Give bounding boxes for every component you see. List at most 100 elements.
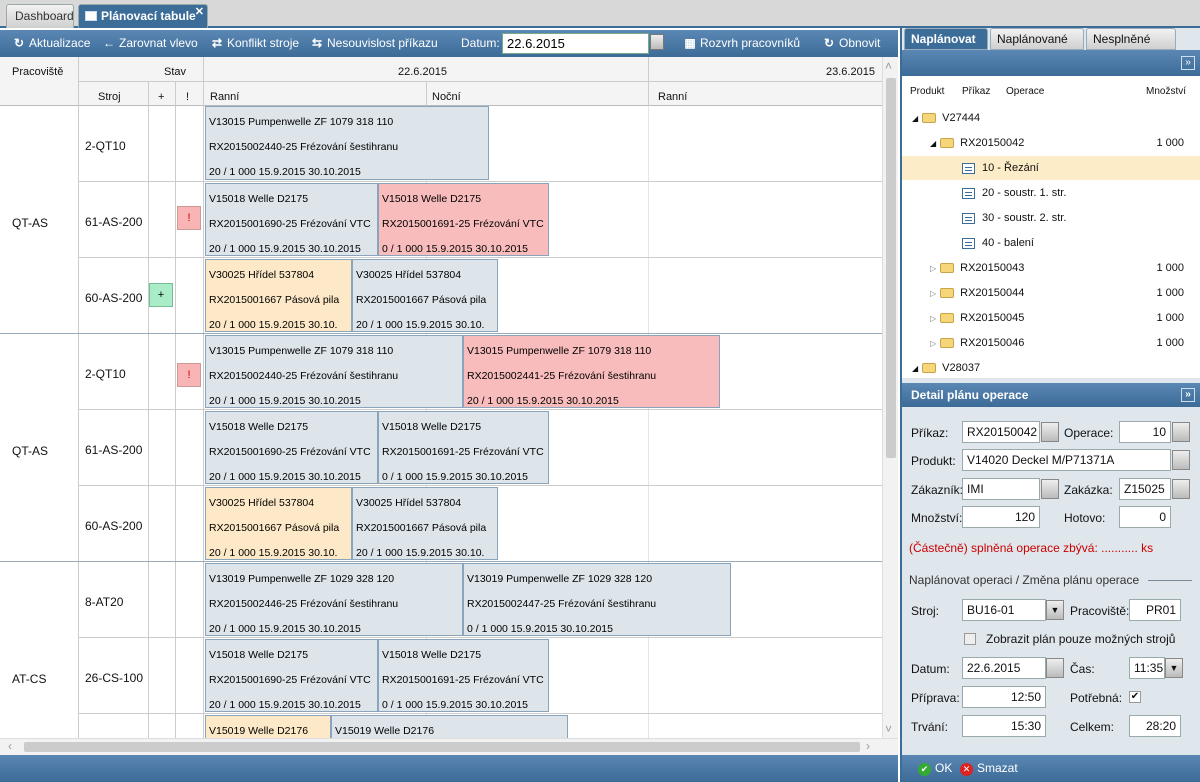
tree-node[interactable]: 40 - balení [902,231,1200,255]
scroll-up-icon[interactable]: ˄ [885,59,892,73]
planning-grid[interactable]: QT-AS QT-AS AT-CS 2-QT10 61-AS-200 60-AS… [0,106,882,738]
card-line: V15018 Welle D2175 [209,649,309,661]
operation-card[interactable]: V30025 Hřídel 537804 RX2015001667 Pásová … [205,259,352,332]
tree-node-selected[interactable]: 10 - Řezání [902,156,1200,180]
operation-card[interactable]: V15018 Welle D2175 RX2015001690-25 Frézov… [205,411,378,484]
total-field[interactable]: 28:20 [1129,715,1181,737]
card-line: RX2015001667 Pásová pila [209,522,340,534]
staff-schedule-button[interactable]: ▦ Rozvrh pracovníků [683,35,800,52]
scroll-thumb[interactable] [24,742,860,752]
operation-card[interactable]: V30025 Hřídel 537804 RX2015001667 Pásová … [352,487,498,560]
refresh-button[interactable]: ↻ Aktualizace [12,35,90,52]
scroll-thumb[interactable] [886,78,896,458]
col-workplace[interactable]: Pracoviště [12,66,63,78]
operation-field[interactable]: 10 [1119,421,1171,443]
scroll-right-icon[interactable]: › [866,739,870,753]
date-field[interactable]: 22.6.2015 [962,657,1046,679]
close-icon[interactable]: ✕ [195,1,204,23]
operation-card[interactable]: V15018 Welle D2175 RX2015001690-25 Frézov… [205,639,378,712]
qty-field[interactable]: 120 [962,506,1040,528]
tree-node[interactable]: ▷ RX20150044 1 000 [902,281,1200,305]
add-flag[interactable]: + [149,283,173,307]
contract-icon[interactable] [1172,479,1190,499]
operation-card[interactable]: V15019 Welle D2176 [205,715,331,738]
tree-node[interactable]: ◢ RX20150042 1 000 [902,131,1200,155]
product-field[interactable]: V14020 Deckel M/P71371A [962,449,1171,471]
done-field[interactable]: 0 [1119,506,1171,528]
operation-card[interactable]: V13015 Pumpenwelle ZF 1079 318 110 RX2015… [205,106,489,180]
conflict-flag[interactable]: ! [177,206,201,230]
tab-unfinished[interactable]: Nesplněné [1086,28,1176,50]
delete-button[interactable]: ✕ Smazat [960,761,1018,776]
calendar-icon[interactable] [1046,658,1064,678]
expand-icon[interactable]: ▷ [930,264,936,273]
chevron-down-icon[interactable]: ▼ [1046,600,1064,620]
collapse-icon[interactable]: » [1181,388,1195,402]
tab-planned[interactable]: Naplánované [990,28,1084,50]
reload-button[interactable]: ↻ Obnovit [822,35,880,52]
ok-button[interactable]: ✔ OK [918,761,952,776]
align-left-button[interactable]: ← Zarovnat vlevo [102,35,198,52]
operation-card[interactable]: V13015 Pumpenwelle ZF 1079 318 110 RX2015… [205,335,463,408]
operation-card[interactable]: V13019 Pumpenwelle ZF 1029 328 120 RX2015… [463,563,731,636]
date-input[interactable]: 22.6.2015 [502,33,649,54]
expand-icon[interactable]: ◢ [912,114,918,123]
contract-field[interactable]: Z15025 [1119,478,1171,500]
expand-icon[interactable]: ◢ [912,364,918,373]
operation-card[interactable]: V13019 Pumpenwelle ZF 1029 328 120 RX2015… [205,563,463,636]
expand-icon[interactable]: ▷ [930,314,936,323]
product-info-icon[interactable] [1172,450,1190,470]
tree-node[interactable]: ◢ V28037 [902,356,1200,380]
horizontal-scrollbar[interactable]: ‹ › [0,738,898,755]
conflict-flag[interactable]: ! [177,363,201,387]
card-line: V15019 Welle D2176 [209,725,309,737]
order-tree[interactable]: Produkt Příkaz Operace Množství ◢ V27444 … [902,76,1200,378]
tab-to-plan[interactable]: Naplánovat [904,28,988,50]
duration-field[interactable]: 15:30 [962,715,1046,737]
tree-node[interactable]: 30 - soustr. 2. str. [902,206,1200,230]
workplace-field[interactable]: PR01 [1129,599,1181,621]
col-machine[interactable]: Stroj [98,91,121,103]
tree-node[interactable]: ▷ RX20150043 1 000 [902,256,1200,280]
tree-label: V28037 [942,362,981,374]
tree-node[interactable]: 20 - soustr. 1. str. [902,181,1200,205]
time-field[interactable]: 11:35 [1129,657,1165,679]
tree-node[interactable]: ▷ RX20150045 1 000 [902,306,1200,330]
calendar-icon[interactable] [650,34,664,50]
tree-node[interactable]: ◢ V27444 [902,106,1200,130]
order-inconsistency-button[interactable]: ⇆ Nesouvislost příkazu [310,35,438,52]
col-plus[interactable]: + [158,91,164,103]
go-to-order-icon[interactable] [1041,422,1059,442]
scroll-left-icon[interactable]: ‹ [8,739,12,753]
go-to-operation-icon[interactable] [1172,422,1190,442]
customer-field[interactable]: IMI [962,478,1040,500]
chevron-down-icon[interactable]: ▼ [1165,658,1183,678]
machine-select[interactable]: BU16-01 [962,599,1046,621]
prep-field[interactable]: 12:50 [962,686,1046,708]
operation-card[interactable]: V15018 Welle D2175 RX2015001691-25 Frézov… [378,639,549,712]
collapse-icon[interactable]: » [1181,56,1195,70]
vertical-scrollbar[interactable]: ˄ ˅ [882,57,898,738]
only-possible-checkbox[interactable] [964,633,976,645]
order-field[interactable]: RX20150042 [962,421,1040,443]
operation-card[interactable]: V15018 Welle D2175 RX2015001690-25 Frézov… [205,183,378,256]
operation-card[interactable]: V13015 Pumpenwelle ZF 1079 318 110 RX2015… [463,335,720,408]
tab-dashboard[interactable]: Dashboard [6,4,74,28]
tree-label: 20 - soustr. 1. str. [982,187,1067,199]
home-icon[interactable] [1041,479,1059,499]
expand-icon[interactable]: ▷ [930,339,936,348]
machine-conflict-button[interactable]: ⇄ Konflikt stroje [210,35,299,52]
tab-planning-board[interactable]: Plánovací tabule ✕ [78,4,208,28]
required-checkbox[interactable]: ✔ [1129,691,1141,703]
operation-card[interactable]: V15019 Welle D2176 [331,715,568,738]
operation-card[interactable]: V15018 Welle D2175 RX2015001691-25 Frézov… [378,183,549,256]
expand-icon[interactable]: ◢ [930,139,936,148]
tree-node[interactable]: ▷ RX20150046 1 000 [902,331,1200,355]
col-excl[interactable]: ! [186,91,189,103]
operation-card[interactable]: V30025 Hřídel 537804 RX2015001667 Pásová … [352,259,498,332]
scroll-down-icon[interactable]: ˅ [885,722,892,736]
expand-icon[interactable]: ▷ [930,289,936,298]
operation-card[interactable]: V30025 Hřídel 537804 RX2015001667 Pásová … [205,487,352,560]
operation-card[interactable]: V15018 Welle D2175 RX2015001691-25 Frézov… [378,411,549,484]
col-status[interactable]: Stav [164,66,186,78]
